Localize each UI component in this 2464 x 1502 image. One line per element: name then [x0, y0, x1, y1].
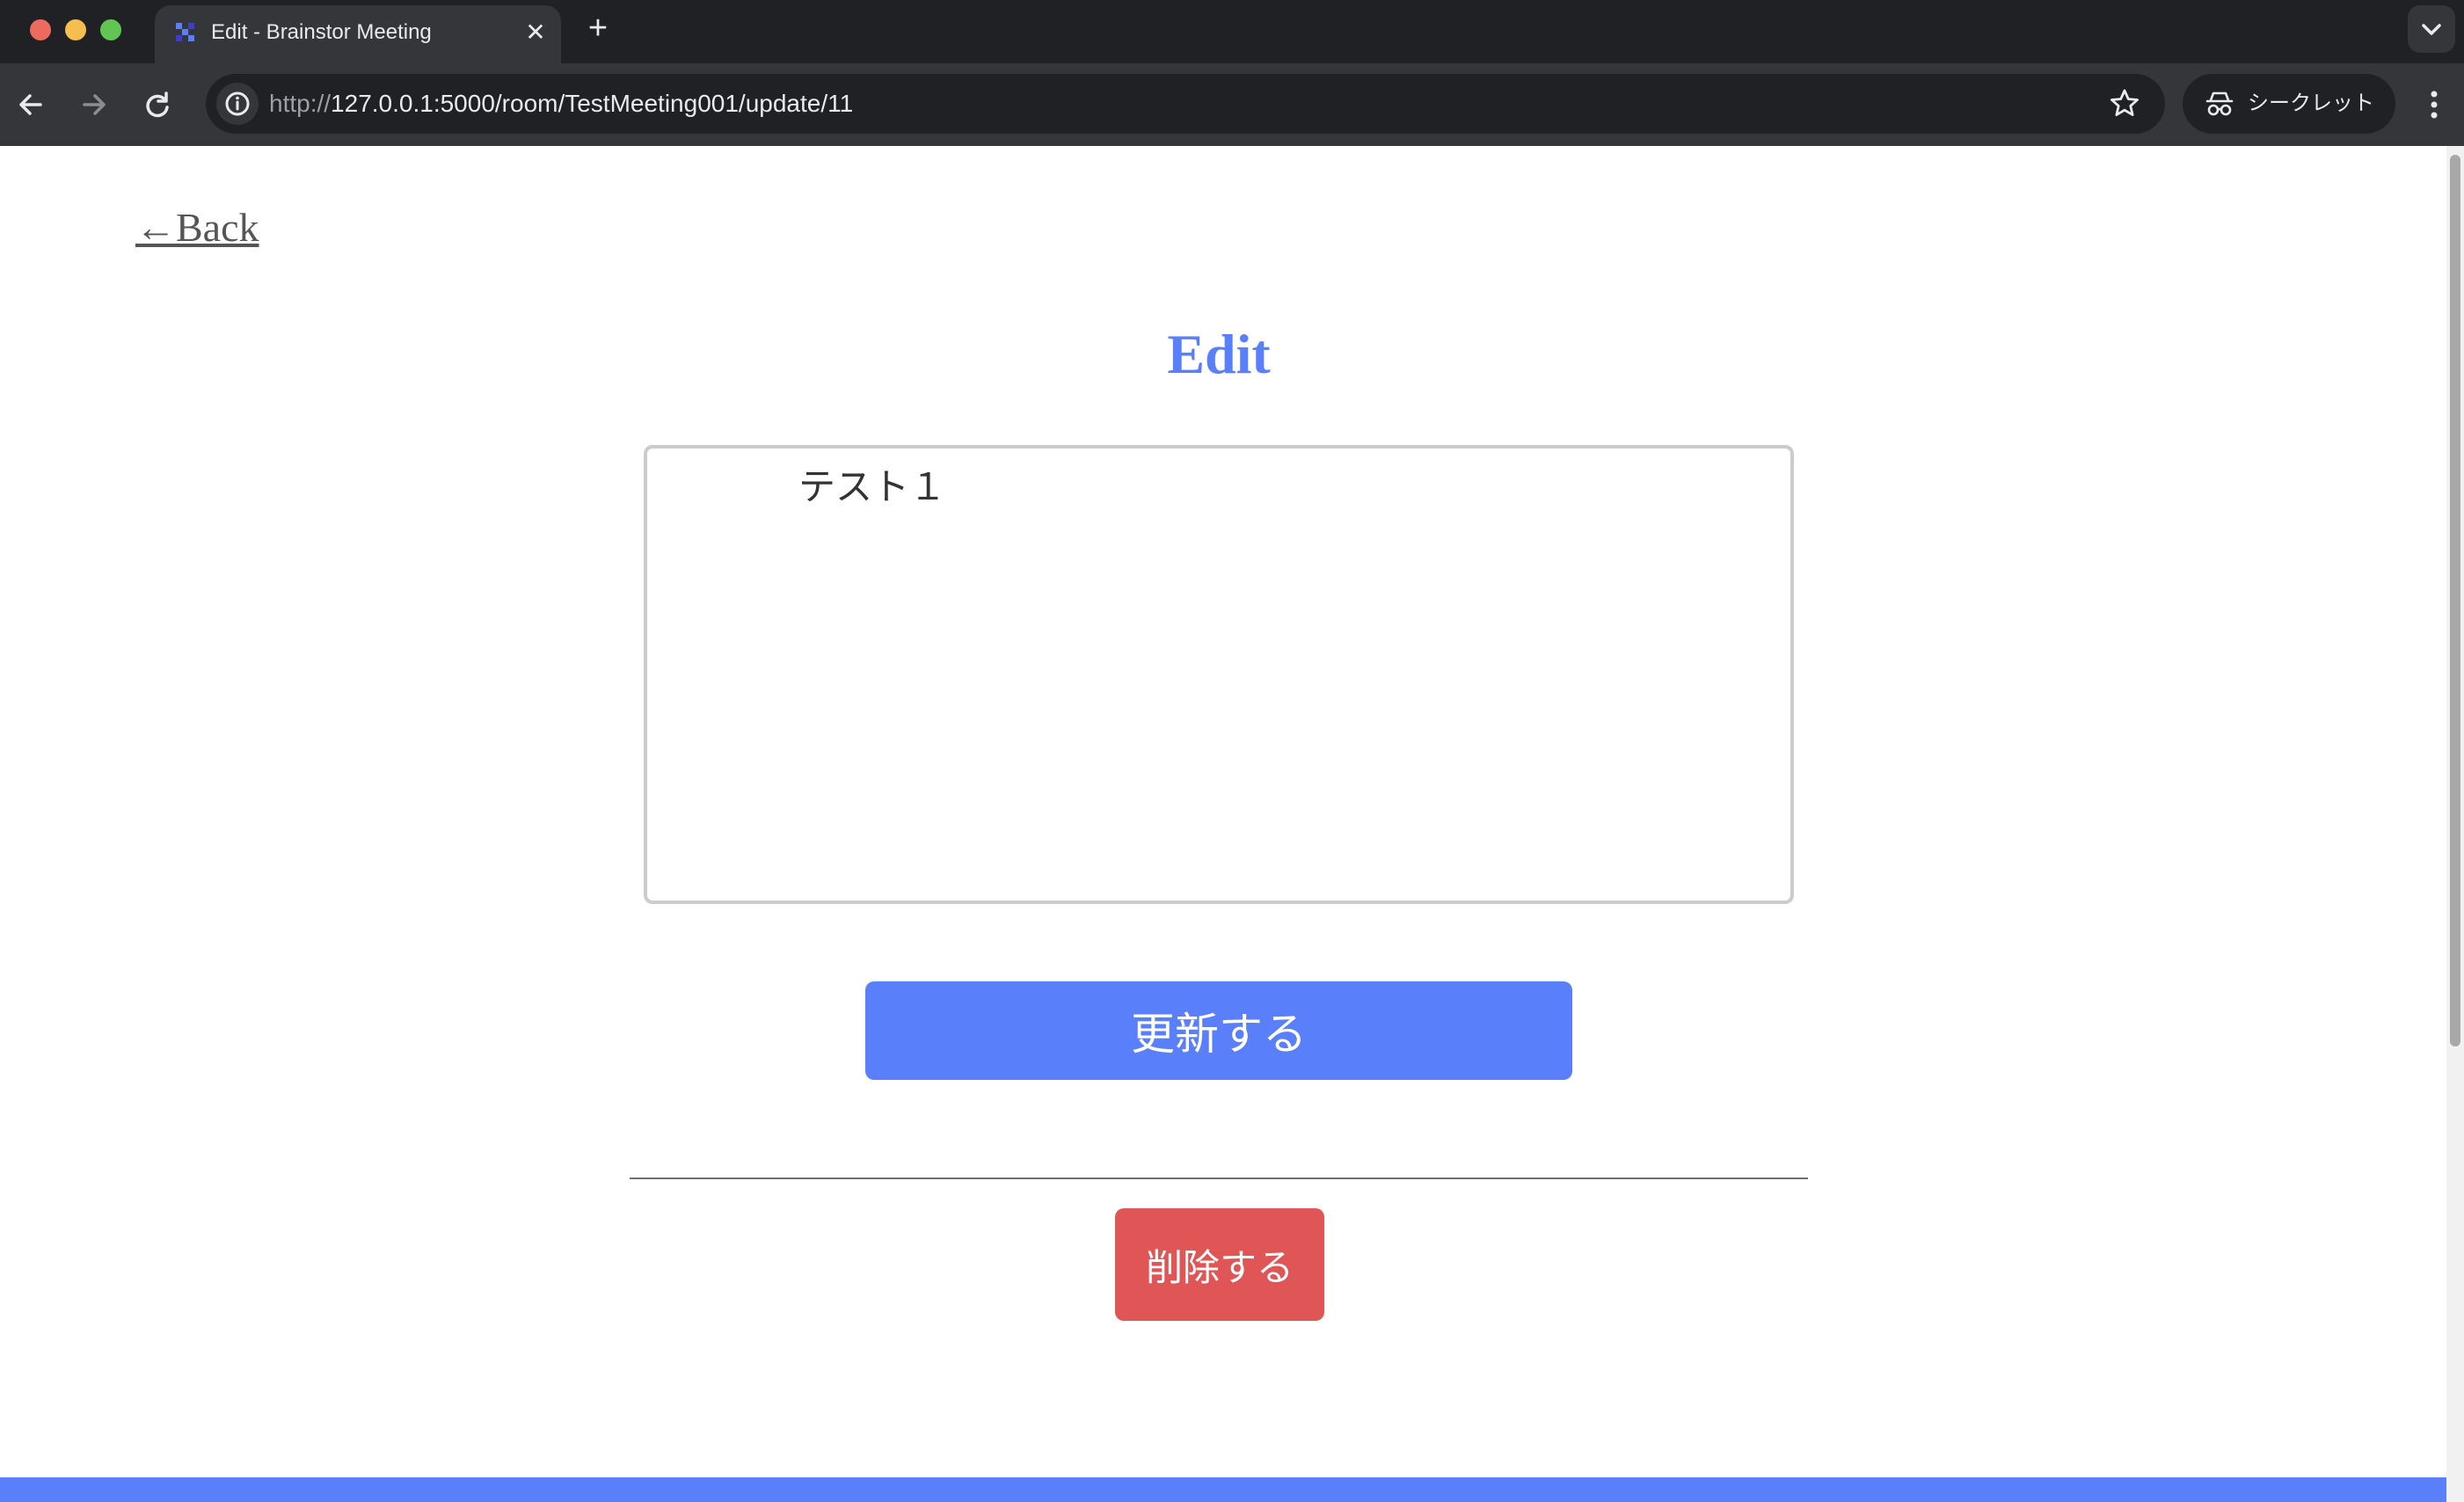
window-close-button[interactable]	[30, 19, 51, 40]
incognito-icon	[2205, 91, 2234, 116]
back-link[interactable]: ←Back	[135, 204, 259, 251]
url-text: http://127.0.0.1:5000/room/TestMeeting00…	[269, 74, 853, 134]
browser-tab-bar: Edit - Brainstor Meeting ✕ +	[0, 0, 2464, 63]
tab-list-button[interactable]	[2408, 5, 2455, 53]
url-host-path: 127.0.0.1:5000/room/TestMeeting001/updat…	[331, 90, 854, 117]
kebab-menu-icon[interactable]	[2417, 83, 2452, 127]
site-info-button[interactable]	[216, 83, 259, 125]
plus-icon[interactable]: +	[580, 11, 616, 46]
footer-bar	[0, 1477, 2446, 1502]
page-title: Edit	[1167, 323, 1271, 385]
address-bar[interactable]: http://127.0.0.1:5000/room/TestMeeting00…	[206, 74, 2165, 134]
arrow-left-icon[interactable]	[9, 83, 53, 127]
browser-toolbar: http://127.0.0.1:5000/room/TestMeeting00…	[0, 63, 2464, 146]
chevron-down-icon	[2422, 24, 2441, 35]
close-icon[interactable]: ✕	[521, 18, 550, 47]
browser-tab[interactable]: Edit - Brainstor Meeting ✕	[155, 5, 561, 63]
reload-icon[interactable]	[135, 83, 179, 127]
incognito-label: シークレット	[2248, 91, 2374, 115]
update-button[interactable]: 更新する	[865, 981, 1572, 1080]
app-favicon-icon	[176, 23, 194, 41]
window-zoom-button[interactable]	[100, 19, 121, 40]
window-minimize-button[interactable]	[65, 19, 86, 40]
scrollbar-thumb[interactable]	[2450, 155, 2460, 1046]
divider	[630, 1178, 1808, 1179]
star-icon[interactable]	[2107, 86, 2142, 121]
tab-title: Edit - Brainstor Meeting	[211, 20, 432, 44]
delete-button[interactable]: 削除する	[1115, 1208, 1324, 1321]
vertical-scrollbar[interactable]	[2446, 146, 2464, 1502]
url-scheme: http://	[269, 90, 332, 117]
info-icon	[225, 91, 250, 116]
incognito-indicator[interactable]: シークレット	[2183, 74, 2395, 134]
page-content: ←Back Edit テスト１ 更新する 削除する	[0, 146, 2446, 1502]
idea-textarea[interactable]: テスト１	[644, 445, 1794, 904]
arrow-right-icon[interactable]	[72, 83, 116, 127]
